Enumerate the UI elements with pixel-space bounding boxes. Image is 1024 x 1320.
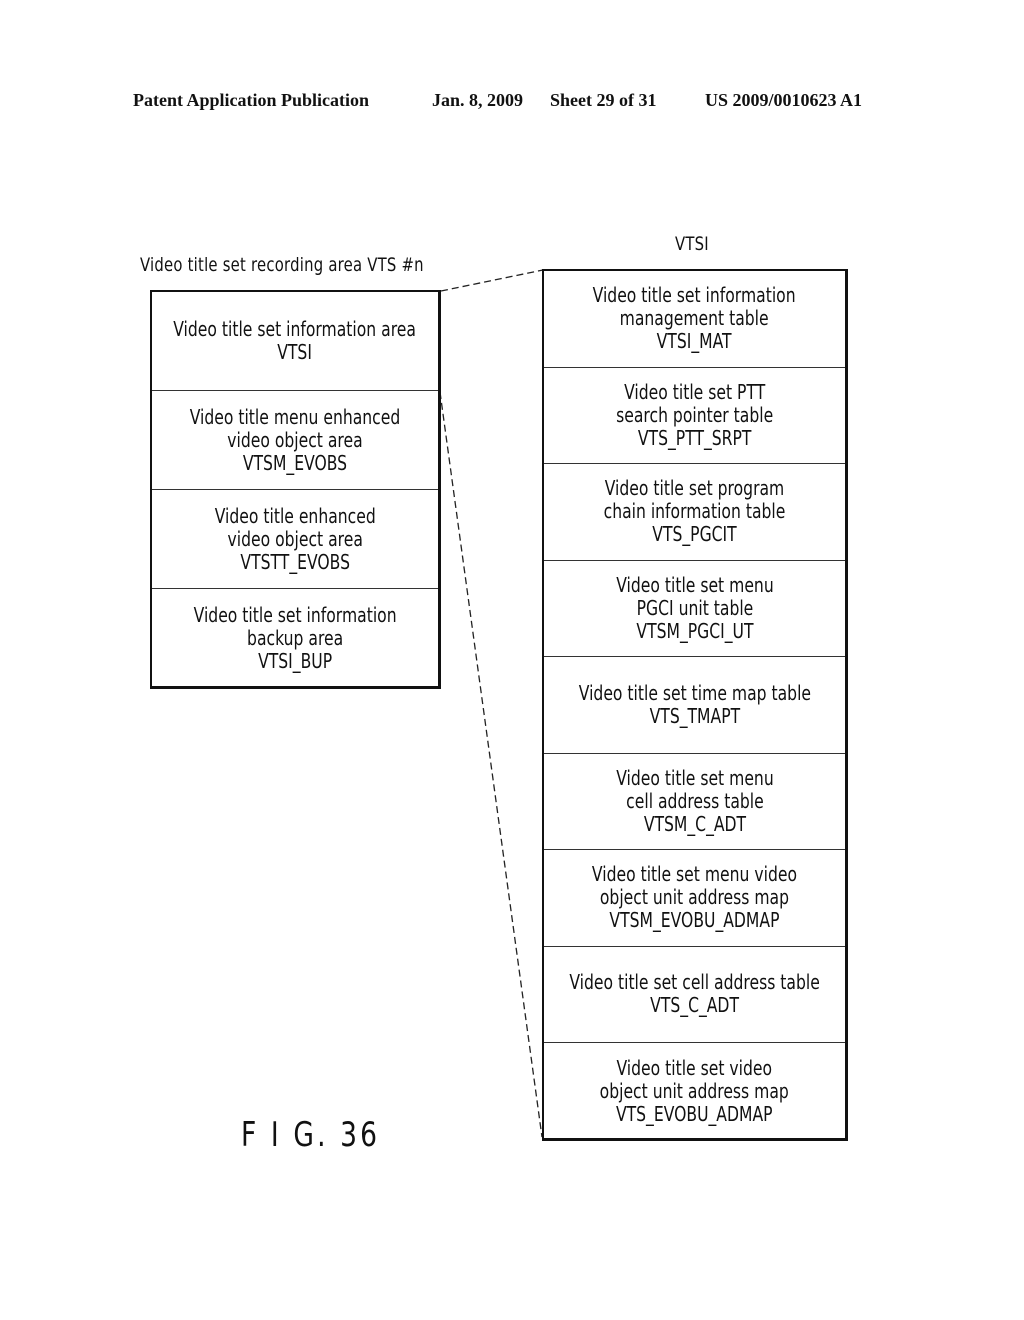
vtsi-table-cell-abbrev: VTS_EVOBU_ADMAP <box>616 1101 773 1126</box>
vts-area-cell-line: Video title set information <box>193 603 397 627</box>
connector-top-dashed-line <box>440 269 544 292</box>
vts-area-cell-line: Video title enhanced <box>214 503 376 528</box>
vtsi-table-cell: Video title set menu cell address table VT… <box>544 754 845 850</box>
vts-area-cell-line: Video title set information area <box>173 317 417 341</box>
vtsi-table-cell-abbrev: VTSM_C_ADT <box>643 811 746 836</box>
vtsi-table-cell-line: object unit address map <box>599 1078 790 1103</box>
vtsi-table-cell: Video title set menu PGCI unit table VTSM_… <box>544 561 845 657</box>
vtsi-table-cell-text: Video title set cell address table VTS_C_… <box>569 971 819 1017</box>
vtsi-table-cell-text: Video title set program chain information… <box>604 477 786 546</box>
vtsi-table-cell-line: chain information table <box>603 499 786 524</box>
vts-area-cell-abbrev: VTSM_EVOBS <box>242 450 348 475</box>
vts-recording-area-box: Video title set information area VTSI Vide… <box>150 290 441 689</box>
vtsi-table-cell: Video title set PTT search pointer table V… <box>544 368 845 464</box>
vtsi-table-cell-abbrev: VTSM_EVOBU_ADMAP <box>609 908 780 933</box>
vts-area-cell-abbrev: VTSI <box>277 340 313 364</box>
vtsi-table-cell-abbrev: VTS_PTT_SRPT <box>637 425 752 450</box>
vtsi-table-cell: Video title set video object unit address… <box>544 1043 845 1140</box>
vtsi-table-cell-text: Video title set menu video object unit ad… <box>592 863 797 932</box>
vts-area-cell-text: Video title enhanced video object area VTS… <box>214 503 376 574</box>
vts-area-cell-abbrev: VTSI_BUP <box>257 649 333 673</box>
vtsi-table-cell: Video title set information management ta… <box>544 271 845 368</box>
vts-area-cell-line: backup area <box>246 626 344 650</box>
vts-area-cell-text: Video title menu enhanced video object ar… <box>189 404 401 475</box>
vts-area-cell: Video title set information area VTSI <box>152 292 438 391</box>
vtsi-table-cell-line: Video title set program <box>604 476 785 501</box>
connector-bottom-dashed-line <box>439 391 543 1138</box>
vtsi-table-cell-abbrev: VTS_C_ADT <box>650 993 739 1018</box>
vtsi-table-cell-abbrev: VTSI_MAT <box>657 329 732 354</box>
vtsi-table-cell-line: cell address table <box>625 788 764 813</box>
vtsi-table-cell-abbrev: VTS_TMAPT <box>649 703 740 728</box>
vtsi-table-cell-line: object unit address map <box>599 885 790 910</box>
vts-area-cell-line: video object area <box>227 427 363 452</box>
vtsi-table-cell-line: search pointer table <box>615 402 774 427</box>
right-diagram-title: VTSI <box>675 233 709 255</box>
vts-area-cell: Video title enhanced video object area VTS… <box>152 490 438 589</box>
vtsi-table-cell-line: Video title set cell address table <box>569 970 820 995</box>
vtsi-table-cell: Video title set time map table VTS_TMAPT <box>544 657 845 754</box>
vtsi-table-cell-line: Video title set menu <box>615 765 774 790</box>
vtsi-table-cell: Video title set menu video object unit ad… <box>544 850 845 947</box>
vtsi-table-cell-line: Video title set information <box>593 283 796 308</box>
vts-area-cell: Video title menu enhanced video object ar… <box>152 391 438 490</box>
vts-area-cell-line: video object area <box>227 526 363 551</box>
vtsi-structure-box: Video title set information management ta… <box>542 269 848 1141</box>
vtsi-table-cell: Video title set program chain information… <box>544 464 845 561</box>
vtsi-table-cell-line: Video title set menu <box>615 572 774 597</box>
left-diagram-title: Video title set recording area VTS #n <box>140 254 424 276</box>
vts-area-cell-text: Video title set information backup area VT… <box>194 604 397 673</box>
vts-area-cell-text: Video title set information area VTSI <box>174 318 417 364</box>
vtsi-table-cell-line: Video title set PTT <box>623 379 766 404</box>
vtsi-table-cell-text: Video title set information management ta… <box>593 284 796 353</box>
vtsi-table-cell-text: Video title set time map table VTS_TMAPT <box>578 680 811 728</box>
vtsi-table-cell-text: Video title set video object unit address… <box>599 1055 790 1126</box>
vtsi-table-cell-text: Video title set PTT search pointer table V… <box>615 379 774 450</box>
vtsi-table-cell-line: Video title set menu video <box>591 862 798 887</box>
figure-label: F I G. 36 <box>241 1115 381 1155</box>
vtsi-table-cell: Video title set cell address table VTS_C_… <box>544 947 845 1043</box>
vtsi-table-cell-text: Video title set menu PGCI unit table VTSM_… <box>615 572 774 643</box>
vtsi-table-cell-line: management table <box>620 306 769 331</box>
vtsi-table-cell-line: Video title set video <box>616 1055 773 1080</box>
vtsi-table-cell-line: PGCI unit table <box>636 595 753 620</box>
vtsi-table-cell-text: Video title set menu cell address table VT… <box>615 765 774 836</box>
vts-area-cell: Video title set information backup area VT… <box>152 589 438 688</box>
vts-area-cell-line: Video title menu enhanced <box>189 404 401 429</box>
vtsi-table-cell-abbrev: VTS_PGCIT <box>652 522 737 547</box>
vts-area-cell-abbrev: VTSTT_EVOBS <box>240 549 350 574</box>
vtsi-table-cell-line: Video title set time map table <box>578 680 811 705</box>
vtsi-table-cell-abbrev: VTSM_PGCI_UT <box>635 618 754 643</box>
